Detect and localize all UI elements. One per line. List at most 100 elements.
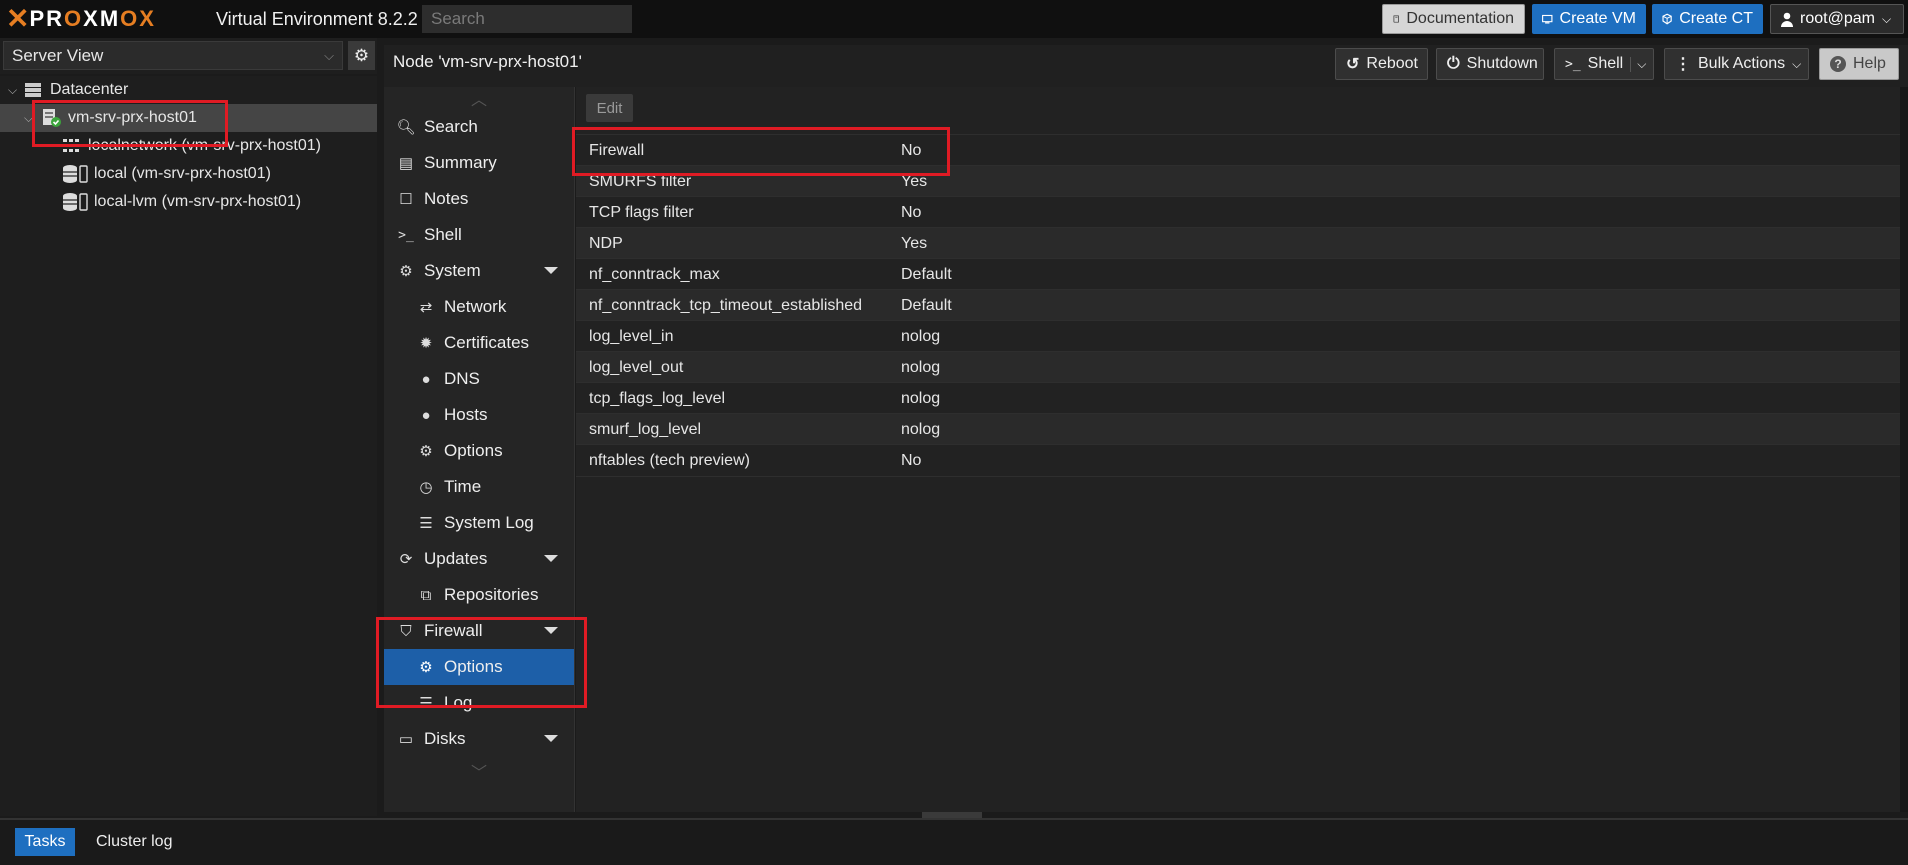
hdd-icon: ▭ — [398, 731, 414, 748]
shell-button[interactable]: >_ Shell ⌵ — [1554, 48, 1654, 80]
datacenter-icon — [25, 83, 41, 97]
option-row-tcp-flags-filter[interactable]: TCP flags filter No — [576, 196, 1900, 228]
chevron-down-icon: ⌵ — [324, 47, 334, 63]
nav-system[interactable]: ⚙ System — [384, 253, 574, 289]
gear-icon: ⚙ — [353, 45, 370, 65]
nav-shell[interactable]: >_ Shell — [384, 217, 574, 253]
expand-toggle-icon[interactable]: ⌵ — [8, 83, 22, 98]
product-version: Virtual Environment 8.2.2 — [216, 9, 418, 29]
chevron-down-icon: ⌵ — [1792, 56, 1802, 71]
node-menu: ︿ 🔍︎ Search ▤ Summary ☐ Notes >_ Shell ⚙ Syst… — [384, 87, 575, 812]
shutdown-button[interactable]: ⏻ Shutdown — [1436, 48, 1544, 80]
cube-icon — [1662, 13, 1672, 25]
network-grid-icon — [63, 139, 79, 152]
question-icon: ? — [1830, 56, 1846, 72]
gear-icon: ⚙ — [419, 659, 433, 676]
edit-button[interactable]: Edit — [586, 94, 633, 122]
option-row-log-level-out[interactable]: log_level_out nolog — [576, 351, 1900, 383]
tree-item-localnetwork[interactable]: localnetwork (vm-srv-prx-host01) — [0, 132, 377, 160]
tab-cluster-log[interactable]: Cluster log — [86, 828, 182, 856]
undo-icon: ↺ — [1346, 56, 1360, 73]
proxmox-logo[interactable]: ✕ PROXMOX — [6, 5, 216, 33]
nav-time[interactable]: ◷ Time — [384, 469, 574, 505]
option-row-ndp[interactable]: NDP Yes — [576, 227, 1900, 259]
tree-item-local-lvm-storage[interactable]: local-lvm (vm-srv-prx-host01) — [0, 188, 377, 216]
logo-wordmark: PROXMOX — [29, 6, 156, 31]
chevron-down-icon: ⌵ — [1881, 11, 1892, 26]
nav-certificates[interactable]: ✹ Certificates — [384, 325, 574, 361]
option-row-log-level-in[interactable]: log_level_in nolog — [576, 320, 1900, 352]
globe-icon: ● — [421, 370, 431, 388]
tree-settings-button[interactable]: ⚙ — [348, 41, 375, 70]
option-row-tcp-flags-log-level[interactable]: tcp_flags_log_level nolog — [576, 382, 1900, 414]
nav-summary[interactable]: ▤ Summary — [384, 145, 574, 181]
chevron-down-icon: ⌵ — [1630, 56, 1646, 72]
nav-disks[interactable]: ▭ Disks — [384, 721, 574, 757]
user-menu-button[interactable]: root@pam ⌵ — [1770, 4, 1904, 34]
exchange-icon: ⇄ — [419, 299, 433, 316]
nav-repositories[interactable]: ⧉ Repositories — [384, 577, 574, 613]
monitor-icon — [1542, 14, 1553, 24]
bulk-actions-button[interactable]: ⋮ Bulk Actions ⌵ — [1664, 48, 1809, 80]
nav-firewall-log[interactable]: ☰ Log — [384, 685, 574, 721]
tab-tasks[interactable]: Tasks — [15, 828, 75, 856]
nav-dns[interactable]: ● DNS — [384, 361, 574, 397]
certificate-icon: ✹ — [419, 335, 433, 352]
cogs-icon: ⚙ — [399, 263, 413, 280]
user-icon — [1781, 12, 1793, 27]
option-row-nf-conntrack-tcp-timeout[interactable]: nf_conntrack_tcp_timeout_established Defa… — [576, 289, 1900, 321]
power-icon: ⏻ — [1447, 55, 1460, 72]
search-input[interactable] — [422, 5, 632, 33]
refresh-icon: ⟳ — [399, 551, 413, 568]
create-ct-button[interactable]: Create CT — [1652, 4, 1763, 34]
nav-system-options[interactable]: ⚙ Options — [384, 433, 574, 469]
tree-item-node[interactable]: ⌵ vm-srv-prx-host01 — [0, 104, 377, 132]
tree-item-datacenter[interactable]: ⌵ Datacenter — [0, 76, 377, 104]
storage-icon — [63, 193, 88, 211]
option-row-nftables[interactable]: nftables (tech preview) No — [576, 444, 1900, 477]
reboot-button[interactable]: ↺ Reboot — [1335, 48, 1428, 80]
nav-firewall-options[interactable]: ⚙ Options — [384, 649, 574, 685]
search-icon: 🔍︎ — [396, 119, 416, 136]
content-scrollbar[interactable] — [1900, 87, 1908, 812]
nav-hosts[interactable]: ● Hosts — [384, 397, 574, 433]
option-row-smurf-log-level[interactable]: smurf_log_level nolog — [576, 413, 1900, 445]
nav-updates[interactable]: ⟳ Updates — [384, 541, 574, 577]
nav-network[interactable]: ⇄ Network — [384, 289, 574, 325]
list-icon: ☰ — [419, 695, 433, 712]
node-online-icon — [43, 109, 61, 127]
storage-icon — [63, 165, 88, 183]
option-row-nf-conntrack-max[interactable]: nf_conntrack_max Default — [576, 258, 1900, 290]
option-row-smurfs-filter[interactable]: SMURFS filter Yes — [576, 165, 1900, 197]
terminal-icon: >_ — [1565, 56, 1581, 72]
documentation-button[interactable]: Documentation — [1382, 4, 1525, 34]
scroll-down-icon[interactable]: ﹀ — [384, 757, 574, 783]
tree-item-local-storage[interactable]: local (vm-srv-prx-host01) — [0, 160, 377, 188]
create-vm-button[interactable]: Create VM — [1532, 4, 1646, 34]
terminal-icon: >_ — [398, 227, 414, 243]
summary-icon: ▤ — [398, 155, 414, 172]
gear-icon: ⚙ — [419, 443, 433, 460]
bottom-panel — [0, 818, 1908, 865]
book-icon — [1393, 15, 1399, 23]
clock-icon: ◷ — [419, 479, 433, 496]
scroll-up-icon[interactable]: ︿ — [384, 87, 574, 109]
expand-toggle-icon[interactable]: ⌵ — [24, 111, 38, 126]
help-button[interactable]: ? Help — [1819, 48, 1899, 80]
caret-down-icon — [544, 267, 558, 274]
list-icon: ☰ — [419, 515, 433, 532]
option-row-firewall[interactable]: Firewall No — [576, 134, 1900, 166]
nav-search[interactable]: 🔍︎ Search — [384, 109, 574, 145]
notes-icon: ☐ — [399, 191, 413, 208]
nav-notes[interactable]: ☐ Notes — [384, 181, 574, 217]
resource-tree: ⌵ Datacenter ⌵ vm-srv-prx-host01 localne… — [0, 76, 377, 816]
globe-icon: ● — [421, 406, 431, 424]
nav-system-log[interactable]: ☰ System Log — [384, 505, 574, 541]
caret-down-icon — [544, 735, 558, 742]
node-title: Node 'vm-srv-prx-host01' — [393, 52, 582, 71]
nav-firewall[interactable]: ⛉ Firewall — [384, 613, 574, 649]
caret-down-icon — [544, 555, 558, 562]
shield-icon: ⛉ — [400, 622, 412, 640]
files-icon: ⧉ — [420, 586, 432, 604]
server-view-select[interactable]: Server View ⌵ — [3, 41, 343, 70]
